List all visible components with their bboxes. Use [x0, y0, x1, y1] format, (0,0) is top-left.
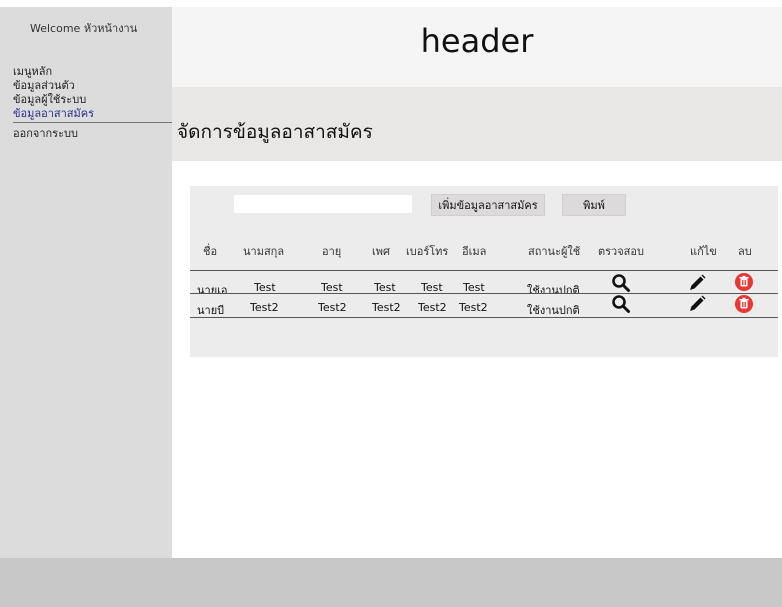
pencil-icon[interactable]	[687, 294, 707, 314]
cell-age: Test2	[318, 301, 347, 314]
cell-phone: Test2	[418, 301, 447, 314]
print-button[interactable]: พิมพ์	[562, 194, 626, 216]
sidebar-menu: เมนูหลัก ข้อมูลส่วนตัว ข้อมูลผู้ใช้ระบบ …	[13, 65, 172, 141]
cell-lastname: Test2	[250, 301, 279, 314]
row-divider	[190, 317, 778, 318]
column-header-age: อายุ	[322, 245, 342, 258]
column-header-view: ตรวจสอบ	[598, 245, 644, 258]
trash-icon[interactable]	[734, 272, 754, 292]
add-volunteer-button[interactable]: เพิ่มข้อมูลอาสาสมัคร	[431, 194, 545, 216]
table-row: นายเอ Test Test Test Test Test ใช้งานปกต…	[190, 270, 778, 297]
page-title: จัดการข้อมูลอาสาสมัคร	[177, 121, 373, 143]
sidebar: Welcome หัวหน้างาน เมนูหลัก ข้อมูลส่วนตั…	[0, 7, 172, 558]
footer	[0, 558, 782, 607]
column-header-status: สถานะผู้ใช้	[528, 245, 581, 258]
column-header-delete: ลบ	[738, 245, 752, 258]
search-input[interactable]	[234, 195, 412, 213]
header-title: header	[420, 22, 534, 60]
table-row: นายบี Test2 Test2 Test2 Test2 Test2 ใช้ง…	[190, 293, 778, 317]
main-header: header	[172, 7, 782, 87]
column-header-edit: แก้ไข	[690, 245, 717, 258]
sidebar-item-main-menu[interactable]: เมนูหลัก	[13, 65, 172, 79]
page-title-bar: จัดการข้อมูลอาสาสมัคร	[172, 87, 782, 161]
column-header-email: อีเมล	[462, 245, 487, 258]
sidebar-item-profile[interactable]: ข้อมูลส่วนตัว	[13, 79, 172, 93]
column-header-lastname: นามสกุล	[243, 245, 285, 258]
cell-email: Test2	[459, 301, 488, 314]
sidebar-item-users[interactable]: ข้อมูลผู้ใช้ระบบ	[13, 93, 172, 107]
search-icon[interactable]	[611, 273, 631, 293]
cell-gender: Test2	[372, 301, 401, 314]
trash-icon[interactable]	[734, 294, 754, 314]
column-header-phone: เบอร์โทร	[406, 245, 449, 258]
sidebar-item-volunteers[interactable]: ข้อมูลอาสาสมัคร	[13, 107, 172, 123]
sidebar-item-logout[interactable]: ออกจากระบบ	[13, 127, 172, 141]
welcome-text: Welcome หัวหน้างาน	[30, 22, 138, 35]
volunteer-panel: เพิ่มข้อมูลอาสาสมัคร พิมพ์ ชื่อ นามสกุล …	[190, 186, 778, 357]
column-header-gender: เพศ	[372, 245, 390, 258]
search-icon[interactable]	[611, 294, 631, 314]
pencil-icon[interactable]	[687, 273, 707, 293]
column-header-firstname: ชื่อ	[203, 245, 218, 258]
